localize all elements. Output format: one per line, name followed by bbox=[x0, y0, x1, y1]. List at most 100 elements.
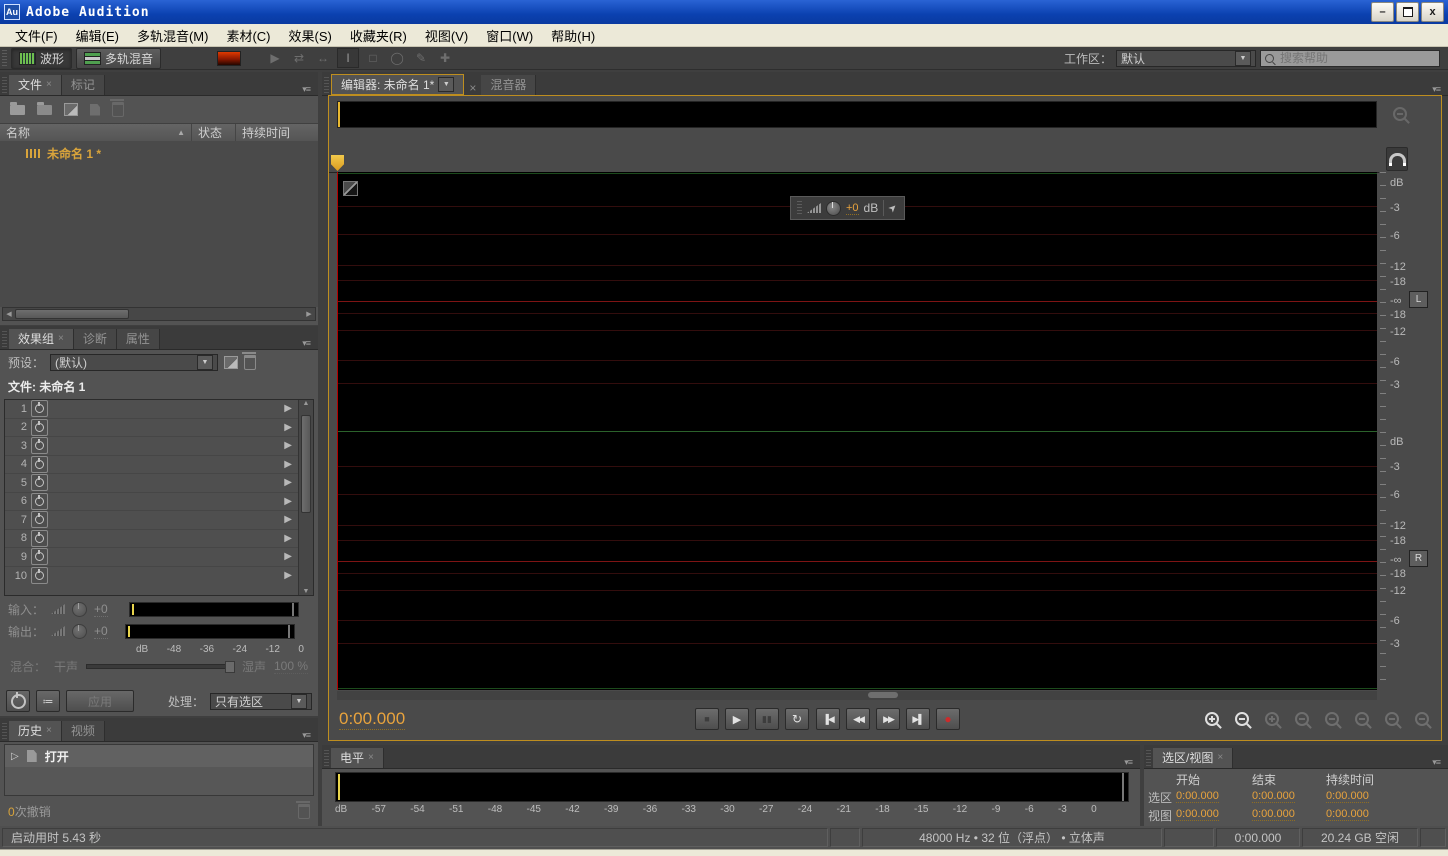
stop-button[interactable]: ■ bbox=[695, 708, 719, 730]
scroll-down-icon[interactable]: ▼ bbox=[303, 588, 310, 595]
lasso-tool-icon[interactable]: ◯ bbox=[387, 49, 407, 67]
scrollbar-thumb[interactable] bbox=[15, 309, 129, 319]
menu-effects[interactable]: 效果(S) bbox=[280, 24, 341, 47]
tab-history[interactable]: 历史 × bbox=[9, 721, 62, 741]
hud-grip[interactable] bbox=[797, 201, 802, 215]
heal-tool-icon[interactable]: ✚ bbox=[435, 49, 455, 67]
process-select[interactable]: 只有选区 ▼ bbox=[210, 693, 312, 710]
panel-menu-icon[interactable]: ▾≡ bbox=[294, 730, 318, 741]
slot-menu-icon[interactable]: ▶ bbox=[284, 422, 296, 433]
slot-power-button[interactable] bbox=[31, 511, 48, 528]
view-start-value[interactable]: 0:00.000 bbox=[1176, 808, 1219, 821]
files-hscrollbar[interactable]: ◀ ▶ bbox=[2, 307, 316, 321]
selection-end-value[interactable]: 0:00.000 bbox=[1252, 790, 1295, 803]
scroll-left-icon[interactable]: ◀ bbox=[3, 309, 15, 319]
editor-tab-dropdown-icon[interactable]: ▼ bbox=[438, 77, 454, 92]
wet-value[interactable]: 100 % bbox=[274, 659, 308, 674]
zoom-in-horizontal-icon[interactable] bbox=[1265, 712, 1279, 726]
rack-slot[interactable]: 7▶ bbox=[5, 511, 298, 530]
menu-multitrack[interactable]: 多轨混音(M) bbox=[128, 24, 218, 47]
new-file-icon[interactable] bbox=[64, 103, 78, 116]
menu-edit[interactable]: 编辑(E) bbox=[67, 24, 128, 47]
scrollbar-thumb[interactable] bbox=[868, 692, 898, 698]
slot-menu-icon[interactable]: ▶ bbox=[284, 477, 296, 488]
tab-video[interactable]: 视频 bbox=[62, 721, 105, 741]
close-icon[interactable]: × bbox=[46, 75, 52, 95]
slot-power-button[interactable] bbox=[31, 474, 48, 491]
zoom-to-in-point-icon[interactable] bbox=[1355, 712, 1369, 726]
rack-slot[interactable]: 8▶ bbox=[5, 530, 298, 549]
rack-slot[interactable]: 10▶ bbox=[5, 567, 298, 586]
move-tool-icon[interactable]: ▶ bbox=[265, 49, 285, 67]
volume-hud[interactable]: +0 dB ➤ bbox=[790, 196, 905, 220]
scroll-up-icon[interactable]: ▲ bbox=[303, 400, 310, 407]
stretch-tool-icon[interactable]: ↔ bbox=[313, 49, 333, 67]
rack-slot[interactable]: 6▶ bbox=[5, 493, 298, 512]
playhead-handle[interactable] bbox=[331, 155, 344, 171]
panel-menu-icon[interactable]: ▾≡ bbox=[294, 84, 318, 95]
amplitude-ruler[interactable]: dB -3 -6 -12 -18 -∞ -18 -12 -6 -3 L dB -… bbox=[1380, 172, 1442, 690]
input-gain-knob[interactable] bbox=[72, 602, 87, 617]
editor-hscrollbar[interactable] bbox=[337, 691, 1377, 700]
import-file-icon[interactable] bbox=[37, 105, 52, 115]
slot-power-button[interactable] bbox=[31, 419, 48, 436]
workspace-select[interactable]: 默认 ▼ bbox=[1116, 50, 1256, 67]
panel-menu-icon[interactable]: ▾≡ bbox=[294, 338, 318, 349]
help-search-box[interactable] bbox=[1260, 50, 1440, 67]
selection-duration-value[interactable]: 0:00.000 bbox=[1326, 790, 1369, 803]
rewind-button[interactable]: ◀◀ bbox=[846, 708, 870, 730]
brush-tool-icon[interactable]: ✎ bbox=[411, 49, 431, 67]
rack-slot[interactable]: 1▶ bbox=[5, 400, 298, 419]
close-icon[interactable]: × bbox=[368, 748, 374, 768]
tab-mixer[interactable]: 混音器 bbox=[481, 75, 536, 95]
go-to-end-button[interactable]: ▶▌ bbox=[906, 708, 930, 730]
scroll-right-icon[interactable]: ▶ bbox=[303, 309, 315, 319]
search-input[interactable] bbox=[1278, 50, 1422, 66]
scrollbar-thumb[interactable] bbox=[301, 415, 311, 513]
zoom-out-vertical-icon[interactable] bbox=[1235, 712, 1249, 726]
slot-power-button[interactable] bbox=[31, 493, 48, 510]
timeline-ruler[interactable] bbox=[329, 148, 1379, 173]
hud-gain-value[interactable]: +0 bbox=[846, 202, 859, 215]
zoom-to-selection-icon[interactable] bbox=[1415, 712, 1429, 726]
clear-history-icon[interactable] bbox=[298, 804, 310, 819]
rack-slot[interactable]: 9▶ bbox=[5, 548, 298, 567]
column-status[interactable]: 状态 bbox=[192, 124, 236, 141]
input-gain-value[interactable]: +0 bbox=[94, 602, 108, 617]
close-icon[interactable]: × bbox=[58, 329, 64, 349]
tab-properties[interactable]: 属性 bbox=[117, 329, 160, 349]
restore-button[interactable] bbox=[1396, 2, 1419, 22]
menu-file[interactable]: 文件(F) bbox=[6, 24, 67, 47]
view-end-value[interactable]: 0:00.000 bbox=[1252, 808, 1295, 821]
tab-levels[interactable]: 电平 × bbox=[331, 748, 384, 768]
close-button[interactable]: x bbox=[1421, 2, 1444, 22]
snap-button[interactable] bbox=[1386, 147, 1408, 171]
editor-tab-close-icon[interactable]: × bbox=[464, 81, 481, 95]
waveform-display[interactable]: +0 dB ➤ bbox=[337, 172, 1377, 690]
tab-files[interactable]: 文件 × bbox=[9, 75, 62, 95]
output-gain-value[interactable]: +0 bbox=[94, 624, 108, 639]
save-preset-icon[interactable] bbox=[224, 356, 238, 369]
slot-power-button[interactable] bbox=[31, 456, 48, 473]
slot-menu-icon[interactable]: ▶ bbox=[284, 459, 296, 470]
pause-button[interactable]: ▮▮ bbox=[755, 708, 779, 730]
zoom-out-horizontal-icon[interactable] bbox=[1295, 712, 1309, 726]
preset-select[interactable]: (默认) ▼ bbox=[50, 354, 218, 371]
menu-window[interactable]: 窗口(W) bbox=[477, 24, 542, 47]
panel-menu-icon[interactable]: ▾≡ bbox=[1424, 84, 1448, 95]
panel-menu-icon[interactable]: ▾≡ bbox=[1424, 757, 1448, 768]
rack-slot[interactable]: 5▶ bbox=[5, 474, 298, 493]
tab-effects-rack[interactable]: 效果组 × bbox=[9, 329, 74, 349]
rack-slot[interactable]: 2▶ bbox=[5, 419, 298, 438]
panel-menu-icon[interactable]: ▾≡ bbox=[1116, 757, 1140, 768]
channel-right-badge[interactable]: R bbox=[1409, 550, 1428, 567]
loop-button[interactable]: ↻ bbox=[785, 708, 809, 730]
menu-favorites[interactable]: 收藏夹(R) bbox=[341, 24, 416, 47]
open-file-icon[interactable] bbox=[10, 105, 25, 115]
time-selection-tool-icon[interactable]: I bbox=[337, 48, 359, 68]
rack-power-button[interactable] bbox=[6, 690, 30, 712]
rack-vscrollbar[interactable]: ▲ ▼ bbox=[298, 400, 313, 595]
time-display[interactable]: 0:00.000 bbox=[339, 709, 405, 730]
tab-selection-view[interactable]: 选区/视图 × bbox=[1153, 748, 1233, 768]
tab-diagnostics[interactable]: 诊断 bbox=[74, 329, 117, 349]
